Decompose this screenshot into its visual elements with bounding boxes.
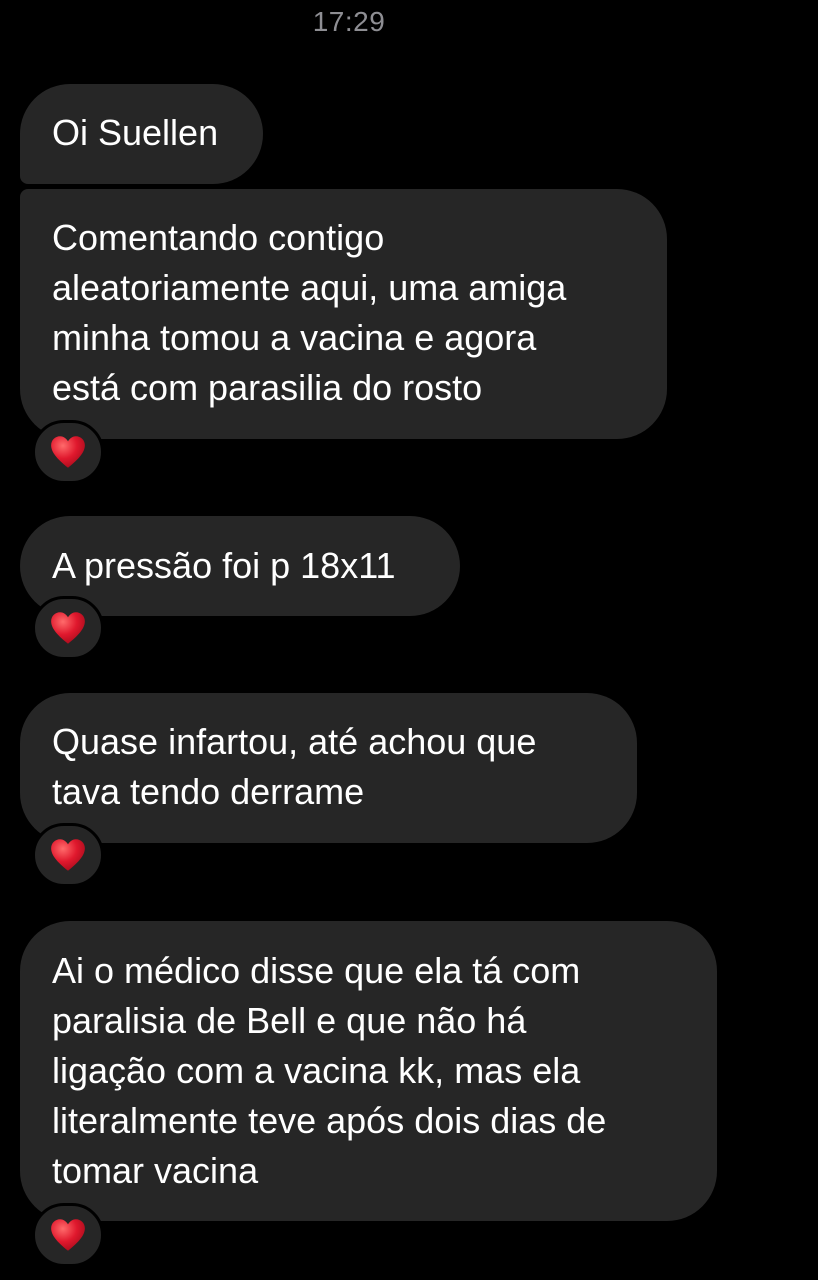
heart-icon — [51, 1219, 85, 1251]
heart-icon — [51, 436, 85, 468]
message-line: literalmente teve após dois dias de — [52, 1100, 607, 1141]
message-bubble[interactable]: Oi Suellen — [20, 84, 263, 184]
message-line: paralisia de Bell e que não há — [52, 1000, 527, 1041]
heart-icon — [51, 612, 85, 644]
message-reaction[interactable] — [32, 1203, 104, 1267]
message-line: tomar vacina — [52, 1150, 259, 1191]
message-line: minha tomou a vacina e agora — [52, 317, 537, 358]
message-reaction[interactable] — [32, 823, 104, 887]
message-line: Oi Suellen — [52, 112, 219, 153]
message-line: aleatoriamente aqui, uma amiga — [52, 267, 567, 308]
message-timestamp: 17:29 — [312, 6, 386, 37]
heart-icon — [51, 839, 85, 871]
message-line: Comentando contigo — [52, 217, 385, 258]
message-reaction[interactable] — [32, 420, 104, 484]
message-bubble[interactable]: Ai o médico disse que ela tá com paralis… — [20, 921, 717, 1221]
message-line: ligação com a vacina kk, mas ela — [52, 1050, 581, 1091]
message-line: tava tendo derrame — [52, 771, 365, 812]
message-line: Ai o médico disse que ela tá com — [52, 950, 581, 991]
message-line: A pressão foi p 18x11 — [52, 545, 396, 586]
message-bubble[interactable]: Quase infartou, até achou que tava tendo… — [20, 693, 637, 843]
message-line: está com parasilia do rosto — [52, 367, 483, 408]
message-bubble[interactable]: Comentando contigo aleatoriamente aqui, … — [20, 189, 667, 439]
message-reaction[interactable] — [32, 596, 104, 660]
message-line: Quase infartou, até achou que — [52, 721, 537, 762]
